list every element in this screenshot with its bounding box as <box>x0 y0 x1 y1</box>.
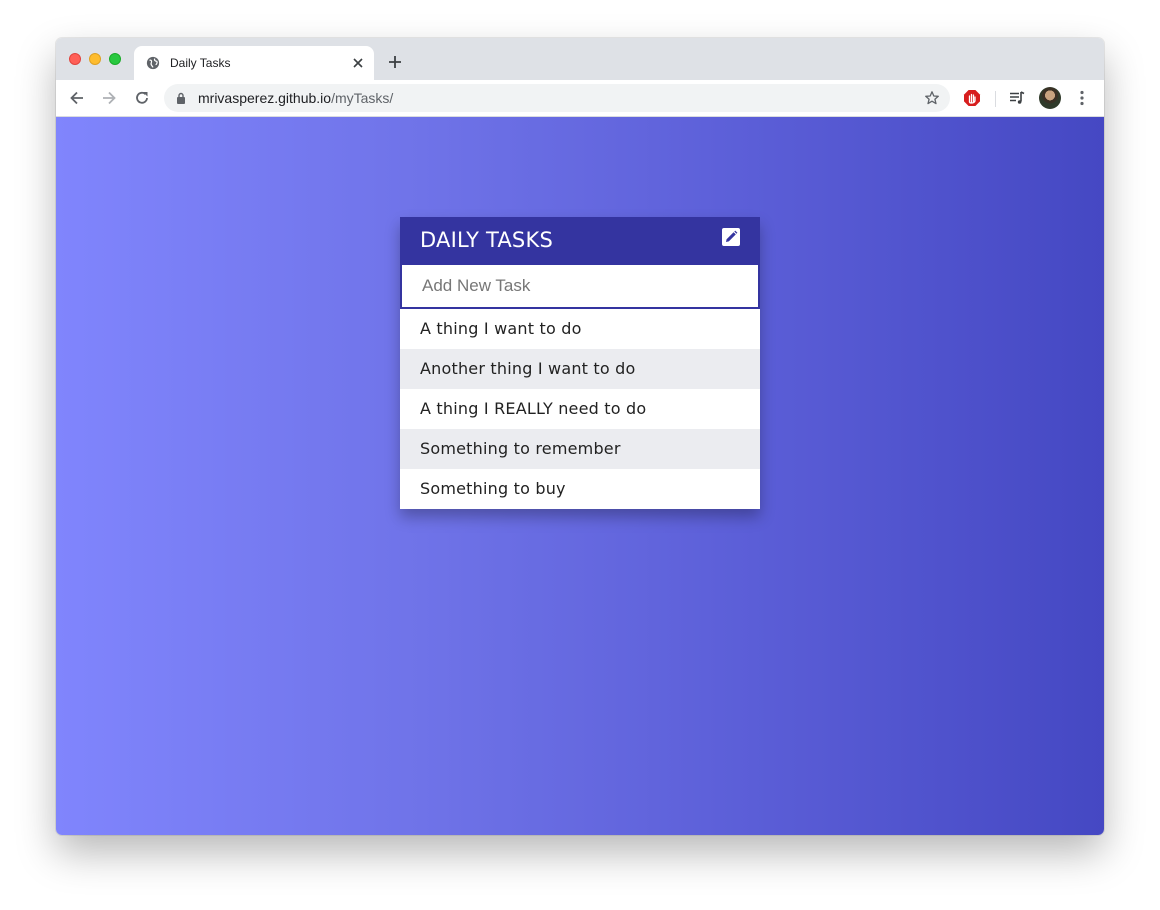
profile-avatar[interactable] <box>1039 87 1061 109</box>
tab-daily-tasks[interactable]: Daily Tasks <box>134 46 374 80</box>
todo-card: DAILY TASKS A thing I want to do Another… <box>400 217 760 509</box>
pencil-icon <box>726 230 738 242</box>
address-bar[interactable]: mrivasperez.github.io/myTasks/ <box>164 84 950 112</box>
task-item[interactable]: A thing I want to do <box>400 309 760 349</box>
url-domain: mrivasperez.github.io <box>198 90 332 106</box>
todo-header: DAILY TASKS <box>400 217 760 263</box>
url-text: mrivasperez.github.io/myTasks/ <box>198 90 393 106</box>
task-list: A thing I want to do Another thing I wan… <box>400 309 760 509</box>
edit-button[interactable] <box>722 228 740 246</box>
task-item[interactable]: Something to buy <box>400 469 760 509</box>
close-window-button[interactable] <box>69 53 81 65</box>
tab-title: Daily Tasks <box>170 56 231 70</box>
stop-hand-extension-icon[interactable] <box>963 89 981 107</box>
task-item[interactable]: A thing I REALLY need to do <box>400 389 760 429</box>
back-arrow-icon[interactable] <box>68 89 86 107</box>
minimize-window-button[interactable] <box>89 53 101 65</box>
close-tab-icon[interactable] <box>350 55 366 71</box>
kebab-menu-icon[interactable] <box>1076 89 1088 107</box>
page-content: DAILY TASKS A thing I want to do Another… <box>56 117 1104 835</box>
globe-icon <box>146 56 160 70</box>
forward-arrow-icon[interactable] <box>100 89 118 107</box>
lock-icon <box>177 92 185 104</box>
reload-icon[interactable] <box>133 89 151 107</box>
browser-toolbar: mrivasperez.github.io/myTasks/ <box>56 80 1104 117</box>
maximize-window-button[interactable] <box>109 53 121 65</box>
media-playlist-icon[interactable] <box>1008 89 1026 107</box>
tab-strip: Daily Tasks <box>56 38 1104 80</box>
browser-window: Daily Tasks mrivasperez.github.io/myTask… <box>56 38 1104 835</box>
app-title: DAILY TASKS <box>420 228 553 252</box>
toolbar-divider <box>995 91 996 107</box>
url-path: /myTasks/ <box>331 90 394 106</box>
bookmark-star-icon[interactable] <box>924 90 940 106</box>
task-item[interactable]: Something to remember <box>400 429 760 469</box>
new-tab-icon[interactable] <box>387 54 403 70</box>
new-task-input[interactable] <box>400 263 760 309</box>
task-item[interactable]: Another thing I want to do <box>400 349 760 389</box>
